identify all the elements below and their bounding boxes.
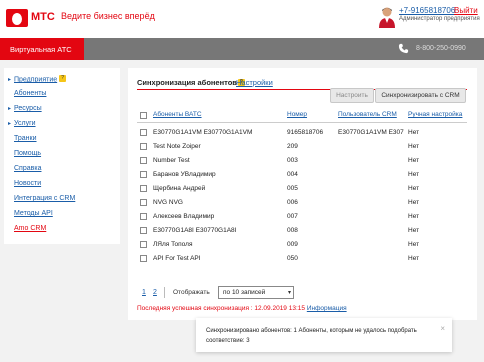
column-header-manual-setup[interactable]: Ручная настройка xyxy=(408,111,462,118)
sync-result-toast: Синхронизировано абонентов: 1 Абоненты, … xyxy=(196,318,452,352)
user-avatar-icon xyxy=(379,7,395,28)
row-checkbox[interactable] xyxy=(140,255,147,262)
cell-crm-user: E30770G1A1VM E30770 xyxy=(338,129,404,136)
sidebar-item-trunks[interactable]: Транки xyxy=(14,135,37,142)
cell-number: 005 xyxy=(287,185,298,192)
sidebar-item-subscribers[interactable]: Абоненты xyxy=(14,90,46,97)
user-phone-link[interactable]: +7-9165818706 xyxy=(399,6,455,15)
cell-number: 9165818706 xyxy=(287,129,324,136)
configure-button[interactable]: Настроить xyxy=(330,88,374,103)
cell-manual: Нет xyxy=(408,255,420,262)
cell-subscriber: E30770G1A1VM E30770G1A1VM xyxy=(153,129,253,136)
table-row: Баранов УВладимир 004 Нет xyxy=(137,168,467,182)
sidebar-item-amo-crm[interactable]: Amo CRM xyxy=(14,225,46,232)
logout-link[interactable]: Выйти xyxy=(454,6,478,15)
cell-subscriber: Баранов УВладимир xyxy=(153,171,216,178)
cell-subscriber: API For Test API xyxy=(153,255,201,262)
cell-number: 050 xyxy=(287,255,298,262)
table-row: API For Test API 050 Нет xyxy=(137,252,467,266)
user-role: Администратор предприятия xyxy=(399,16,480,22)
sidebar: Предприятие? Абоненты Ресурсы Услуги Тра… xyxy=(4,68,120,244)
sidebar-item-resources[interactable]: Ресурсы xyxy=(8,105,42,112)
cell-manual: Нет xyxy=(408,241,420,248)
select-all-checkbox[interactable] xyxy=(140,112,147,119)
row-checkbox[interactable] xyxy=(140,241,147,248)
row-checkbox[interactable] xyxy=(140,157,147,164)
row-checkbox[interactable] xyxy=(140,227,147,234)
cell-number: 003 xyxy=(287,157,298,164)
table-row: NVG NVG 006 Нет xyxy=(137,196,467,210)
table-row: ЛЯля Тополя 009 Нет xyxy=(137,238,467,252)
cell-manual: Нет xyxy=(408,171,420,178)
cell-subscriber: Number Test xyxy=(153,157,190,164)
cell-subscriber: Алексеев Владимир xyxy=(153,213,215,220)
cell-number: 209 xyxy=(287,143,298,150)
cell-manual: Нет xyxy=(408,227,420,234)
header: МТС Ведите бизнес вперёд +7-9165818706 А… xyxy=(0,0,484,38)
table-row: Алексеев Владимир 007 Нет xyxy=(137,210,467,224)
cell-number: 009 xyxy=(287,241,298,248)
table-row: E30770G1A8I E30770G1A8I 008 Нет xyxy=(137,224,467,238)
cell-number: 004 xyxy=(287,171,298,178)
sync-with-crm-button[interactable]: Синхронизировать с CRM xyxy=(375,88,466,103)
sidebar-item-news[interactable]: Новости xyxy=(14,180,41,187)
page-link-2[interactable]: 2 xyxy=(153,289,157,296)
cell-manual: Нет xyxy=(408,143,420,150)
tab-settings[interactable]: Настройки xyxy=(236,78,273,87)
page-size-select[interactable]: по 10 записей ▾ xyxy=(218,286,294,299)
chevron-down-icon: ▾ xyxy=(287,290,291,296)
cell-subscriber: ЛЯля Тополя xyxy=(153,241,193,248)
cell-manual: Нет xyxy=(408,129,420,136)
sidebar-item-crm-integration[interactable]: Интеграция с CRM xyxy=(14,195,75,202)
table-row: Test Note Zoiper 209 Нет xyxy=(137,140,467,154)
cell-manual: Нет xyxy=(408,157,420,164)
row-checkbox[interactable] xyxy=(140,129,147,136)
table-row: Number Test 003 Нет xyxy=(137,154,467,168)
column-header-number[interactable]: Номер xyxy=(287,111,307,118)
sidebar-item-enterprise[interactable]: Предприятие? xyxy=(8,75,67,83)
page-title: Синхронизация абонентов? xyxy=(137,78,245,87)
slogan: Ведите бизнес вперёд xyxy=(61,11,155,21)
pager-divider xyxy=(164,287,165,298)
mts-logo-icon[interactable] xyxy=(6,9,28,27)
brand-name: МТС xyxy=(31,11,55,23)
row-checkbox[interactable] xyxy=(140,171,147,178)
cell-number: 008 xyxy=(287,227,298,234)
cell-number: 006 xyxy=(287,199,298,206)
help-badge-icon[interactable]: ? xyxy=(59,75,67,82)
cell-subscriber: E30770G1A8I E30770G1A8I xyxy=(153,227,237,234)
sidebar-item-services[interactable]: Услуги xyxy=(8,120,35,127)
cell-manual: Нет xyxy=(408,185,420,192)
sync-panel: Синхронизация абонентов? Настройки Настр… xyxy=(128,68,477,320)
sidebar-item-api-methods[interactable]: Методы API xyxy=(14,210,53,217)
cell-subscriber: NVG NVG xyxy=(153,199,183,206)
column-header-crm-user[interactable]: Пользователь CRM xyxy=(338,111,397,118)
page-size-label: Отображать xyxy=(173,289,210,296)
sidebar-item-help[interactable]: Помощь xyxy=(14,150,41,157)
cell-subscriber: Щербина Андрей xyxy=(153,185,206,192)
sidebar-item-reference[interactable]: Справка xyxy=(14,165,41,172)
table-row: E30770G1A1VM E30770G1A1VM 9165818706 E30… xyxy=(137,126,467,140)
row-checkbox[interactable] xyxy=(140,213,147,220)
top-nav-bar: Виртуальная АТС 8-800-250-0990 xyxy=(0,38,484,60)
toast-message: Синхронизировано абонентов: 1 Абоненты, … xyxy=(206,328,417,344)
page-link-1[interactable]: 1 xyxy=(142,289,146,296)
table-header-divider xyxy=(137,122,467,123)
table-row: Щербина Андрей 005 Нет xyxy=(137,182,467,196)
column-header-subscribers[interactable]: Абоненты ВАТС xyxy=(153,111,202,118)
close-icon[interactable]: × xyxy=(440,324,445,333)
cell-manual: Нет xyxy=(408,199,420,206)
cell-number: 007 xyxy=(287,213,298,220)
phone-icon xyxy=(398,43,409,54)
row-checkbox[interactable] xyxy=(140,143,147,150)
cell-subscriber: Test Note Zoiper xyxy=(153,143,201,150)
hotline-phone: 8-800-250-0990 xyxy=(416,45,466,52)
info-link[interactable]: Информация xyxy=(307,305,347,312)
row-checkbox[interactable] xyxy=(140,185,147,192)
cell-manual: Нет xyxy=(408,213,420,220)
last-sync-status: Последняя успешная синхронизация : 12.09… xyxy=(137,305,347,312)
tab-virtual-ats[interactable]: Виртуальная АТС xyxy=(0,38,84,60)
row-checkbox[interactable] xyxy=(140,199,147,206)
